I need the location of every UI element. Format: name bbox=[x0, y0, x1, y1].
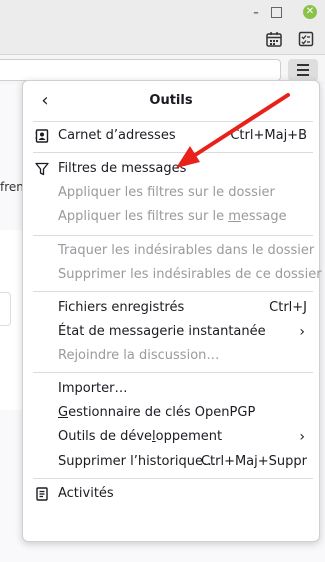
separator bbox=[33, 291, 313, 292]
window-titlebar: – ✕ bbox=[0, 0, 325, 24]
menu-item-label: Carnet d’adresses bbox=[58, 128, 176, 143]
hamburger-icon-line bbox=[297, 74, 309, 76]
menu-item-apply-filters-folder[interactable]: Appliquer les filtres sur le dossier bbox=[23, 182, 319, 204]
menu-item-address-book[interactable]: Carnet d’adresses Ctrl+Maj+B bbox=[23, 125, 319, 147]
panel-header: ‹ Outils bbox=[23, 81, 319, 121]
app-menu-button[interactable] bbox=[288, 59, 318, 81]
menu-item-label: Supprimer l’historique… bbox=[58, 454, 216, 469]
minimize-icon[interactable]: – bbox=[249, 5, 263, 19]
label-accesskey: G bbox=[58, 405, 69, 420]
menu-item-label: Outils de développement bbox=[58, 426, 222, 448]
menu-item-delete-junk[interactable]: Supprimer les indésirables de ce dossier bbox=[23, 264, 322, 286]
panel-title: Outils bbox=[149, 93, 193, 108]
separator bbox=[33, 121, 313, 122]
address-book-icon bbox=[35, 129, 49, 143]
menu-item-clear-history[interactable]: Supprimer l’historique… Ctrl+Maj+Suppr bbox=[23, 451, 319, 473]
menu-item-track-junk[interactable]: Traquer les indésirables dans le dossier bbox=[23, 240, 319, 262]
menu-item-shortcut: Ctrl+Maj+B bbox=[230, 128, 307, 143]
tasks-icon[interactable] bbox=[297, 30, 315, 48]
tools-panel: ‹ Outils Carnet d’adresses Ctrl+Maj+B Fi… bbox=[22, 80, 322, 542]
separator bbox=[33, 152, 313, 153]
menu-item-label: Appliquer les filtres sur le message bbox=[58, 206, 287, 228]
label-part: Appliquer les filtres sur le bbox=[58, 209, 229, 224]
menu-item-label: Supprimer les indésirables de ce dossier bbox=[58, 267, 322, 282]
menu-item-join-chat[interactable]: Rejoindre la discussion… bbox=[23, 345, 319, 367]
search-field[interactable] bbox=[0, 59, 281, 81]
menu-item-chat-status[interactable]: État de messagerie instantanée › bbox=[23, 321, 319, 343]
background-card bbox=[0, 292, 11, 326]
menu-item-message-filters[interactable]: Filtres de messages bbox=[23, 158, 319, 180]
calendar-icon[interactable] bbox=[265, 30, 283, 48]
menu-item-import[interactable]: Importer… bbox=[23, 378, 319, 400]
label-accesskey: m bbox=[228, 209, 241, 224]
chevron-right-icon: › bbox=[299, 429, 305, 445]
maximize-icon[interactable] bbox=[271, 7, 282, 18]
label-part: Outils de déve bbox=[58, 429, 153, 444]
menu-item-label: Appliquer les filtres sur le dossier bbox=[58, 185, 275, 200]
label-part: essage bbox=[240, 209, 287, 224]
menu-item-saved-files[interactable]: Fichiers enregistrés Ctrl+J bbox=[23, 297, 319, 319]
menu-item-shortcut: Ctrl+Maj+Suppr bbox=[200, 454, 307, 469]
label-part: estionnaire de clés OpenPGP bbox=[68, 405, 256, 420]
chevron-right-icon: › bbox=[299, 324, 305, 340]
mail-toolbar bbox=[0, 24, 325, 54]
menu-item-label: État de messagerie instantanée bbox=[58, 324, 266, 339]
activity-icon bbox=[36, 487, 48, 501]
menu-item-activity[interactable]: Activités bbox=[23, 483, 319, 505]
label-part: oppement bbox=[155, 429, 223, 444]
menu-item-label: Activités bbox=[58, 486, 114, 501]
menu-item-label: Filtres de messages bbox=[58, 161, 187, 176]
filter-icon bbox=[35, 162, 49, 176]
close-icon[interactable]: ✕ bbox=[303, 5, 317, 19]
menu-item-label: Gestionnaire de clés OpenPGP bbox=[58, 402, 255, 424]
menu-item-openpgp-key-manager[interactable]: Gestionnaire de clés OpenPGP bbox=[23, 402, 319, 424]
menu-item-apply-filters-message[interactable]: Appliquer les filtres sur le message bbox=[23, 206, 319, 228]
menu-item-developer-tools[interactable]: Outils de développement › bbox=[23, 426, 319, 448]
separator bbox=[33, 478, 313, 479]
hamburger-icon-line bbox=[297, 69, 309, 71]
menu-item-label: Traquer les indésirables dans le dossier bbox=[58, 243, 315, 258]
separator bbox=[33, 372, 313, 373]
menu-item-label: Rejoindre la discussion… bbox=[58, 348, 220, 363]
separator bbox=[33, 235, 313, 236]
hamburger-icon bbox=[297, 64, 309, 66]
menu-item-shortcut: Ctrl+J bbox=[269, 300, 307, 315]
menu-item-label: Fichiers enregistrés bbox=[58, 300, 185, 315]
menu-item-label: Importer… bbox=[58, 381, 128, 396]
background-text: fren bbox=[0, 180, 24, 194]
